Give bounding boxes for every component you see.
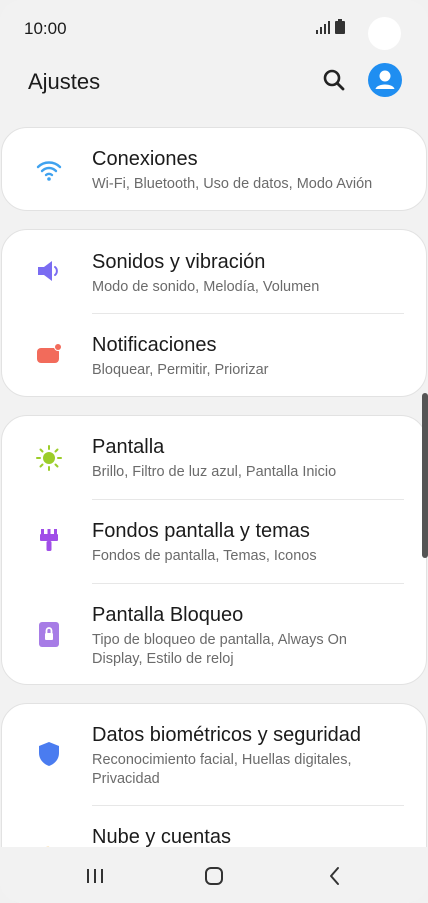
shield-icon bbox=[39, 742, 59, 766]
volume-icon bbox=[38, 261, 58, 281]
app-bar: Ajustes bbox=[0, 60, 428, 104]
home-icon[interactable] bbox=[194, 857, 234, 897]
search-icon[interactable] bbox=[320, 66, 348, 94]
settings-item-title: Conexiones bbox=[92, 148, 198, 170]
settings-card-sound-notifications: Sonidos y vibración Modo de sonido, Melo… bbox=[1, 229, 427, 397]
lock-icon bbox=[39, 622, 59, 647]
settings-item-title: Datos biométricos y seguridad bbox=[92, 724, 362, 746]
settings-card-connections: Conexiones Wi-Fi, Bluetooth, Uso de dato… bbox=[1, 127, 427, 211]
paintbrush-icon bbox=[40, 529, 58, 551]
settings-item-fondos[interactable]: Fondos pantalla y temas Fondos de pantal… bbox=[2, 500, 426, 583]
settings-item-notificaciones[interactable]: Notificaciones Bloquear, Permitir, Prior… bbox=[2, 314, 426, 396]
settings-item-subtitle: Bloquear, Permitir, Priorizar bbox=[92, 362, 269, 378]
settings-item-subtitle: Brillo, Filtro de luz azul, Pantalla Ini… bbox=[92, 464, 337, 480]
recent-apps-icon[interactable] bbox=[75, 857, 115, 897]
settings-item-biometricos[interactable]: Datos biométricos y seguridad Reconocimi… bbox=[2, 704, 426, 805]
settings-item-title: Notificaciones bbox=[92, 334, 217, 356]
back-icon[interactable] bbox=[314, 857, 354, 897]
settings-item-subtitle: Fondos de pantalla, Temas, Iconos bbox=[92, 548, 317, 564]
settings-item-subtitle: Tipo de bloqueo de pantalla, Always On D… bbox=[92, 632, 347, 667]
status-time: 10:00 bbox=[24, 19, 67, 38]
settings-item-title: Pantalla Bloqueo bbox=[92, 604, 244, 626]
settings-item-title: Sonidos y vibración bbox=[92, 251, 266, 273]
settings-item-subtitle: Reconocimiento facial, Huellas digitales… bbox=[92, 752, 352, 787]
page-title: Ajustes bbox=[28, 69, 101, 94]
sun-icon bbox=[36, 445, 62, 471]
settings-item-pantalla-bloqueo[interactable]: Pantalla Bloqueo Tipo de bloqueo de pant… bbox=[2, 584, 426, 684]
settings-item-pantalla[interactable]: Pantalla Brillo, Filtro de luz azul, Pan… bbox=[2, 416, 426, 499]
settings-item-sonidos[interactable]: Sonidos y vibración Modo de sonido, Melo… bbox=[2, 230, 426, 313]
settings-item-subtitle: Wi-Fi, Bluetooth, Uso de datos, Modo Avi… bbox=[92, 176, 373, 192]
signal-icon bbox=[316, 21, 330, 34]
settings-item-title: Nube y cuentas bbox=[92, 826, 231, 848]
settings-item-subtitle: Modo de sonido, Melodía, Volumen bbox=[92, 279, 320, 295]
scrollbar[interactable] bbox=[422, 393, 428, 558]
settings-item-title: Pantalla bbox=[92, 436, 165, 458]
wifi-icon bbox=[36, 161, 62, 181]
settings-item-conexiones[interactable]: Conexiones Wi-Fi, Bluetooth, Uso de dato… bbox=[2, 128, 426, 210]
screen: 10:00 Ajustes Conexiones Wi-Fi, Bluetoot… bbox=[0, 0, 428, 903]
battery-icon bbox=[335, 19, 345, 34]
notification-icon bbox=[37, 343, 62, 363]
navigation-bar bbox=[0, 847, 428, 903]
status-bar: 10:00 bbox=[0, 0, 428, 56]
profile-icon bbox=[375, 70, 395, 89]
settings-item-title: Fondos pantalla y temas bbox=[92, 520, 310, 542]
camera-cutout bbox=[368, 17, 401, 50]
profile-button[interactable] bbox=[368, 63, 402, 97]
settings-card-display: Pantalla Brillo, Filtro de luz azul, Pan… bbox=[1, 415, 427, 685]
